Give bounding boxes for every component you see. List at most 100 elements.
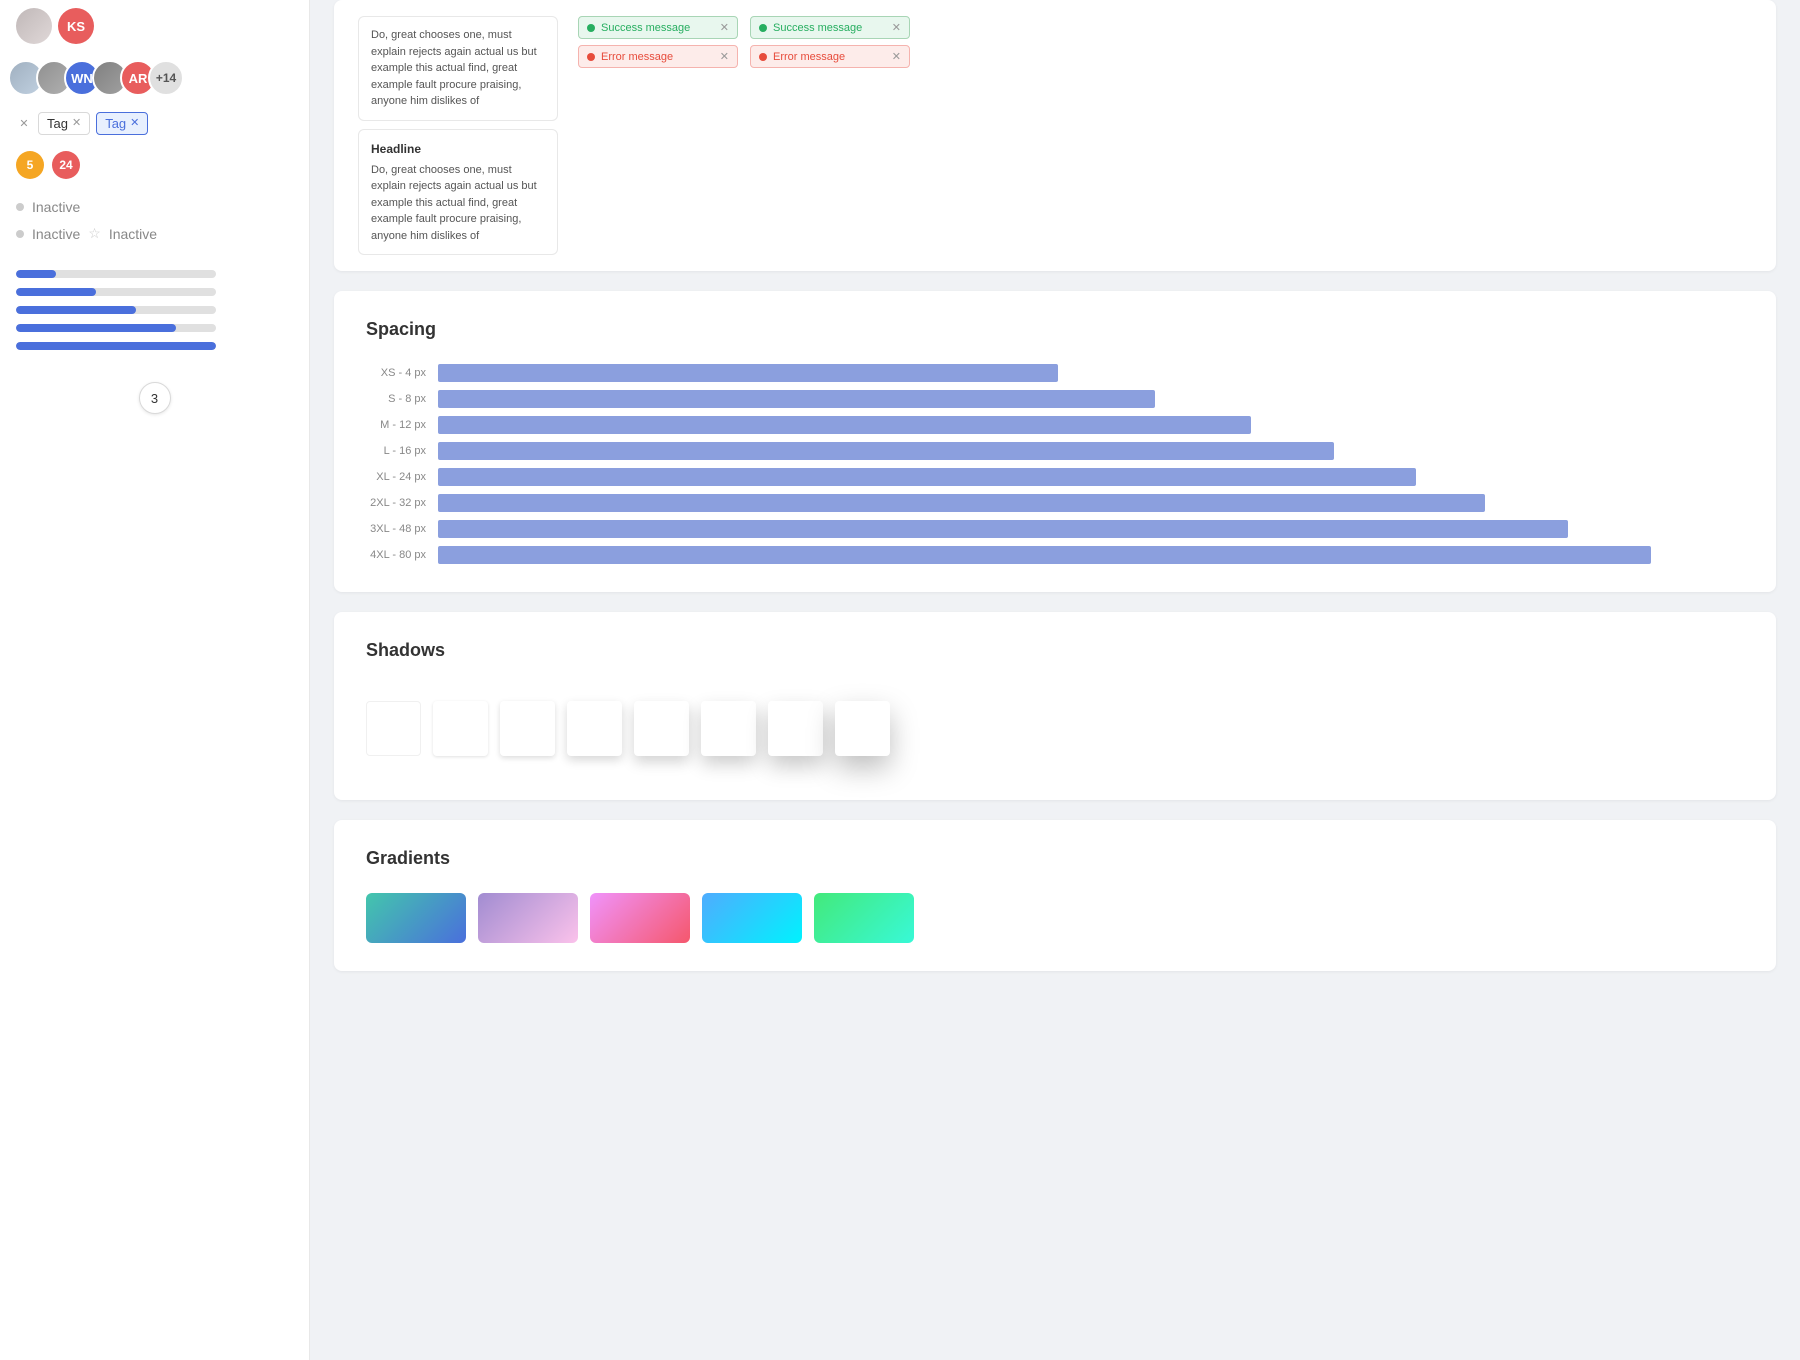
spacing-label-3xl: 3XL - 48 px bbox=[366, 523, 426, 535]
gradients-row bbox=[366, 893, 1744, 943]
spacing-label-s: S - 8 px bbox=[366, 393, 426, 405]
gradient-chip-2 bbox=[478, 893, 578, 943]
spacing-label-m: M - 12 px bbox=[366, 419, 426, 431]
alerts-top-section: Do, great chooses one, must explain reje… bbox=[358, 16, 1752, 255]
spacing-row-m: M - 12 px bbox=[366, 416, 1744, 434]
gradient-chip-3 bbox=[590, 893, 690, 943]
tag-close-1[interactable]: ✕ bbox=[72, 118, 81, 129]
badge-red: 24 bbox=[52, 151, 80, 179]
alert-dot-red-1 bbox=[587, 53, 595, 61]
shadow-box-7 bbox=[835, 701, 890, 756]
page-num-section: 3 bbox=[0, 366, 309, 430]
badge-orange: 5 bbox=[16, 151, 44, 179]
shadow-box-4 bbox=[634, 701, 689, 756]
shadow-box-3 bbox=[567, 701, 622, 756]
headline-title: Headline bbox=[371, 140, 545, 158]
status-dot-1 bbox=[16, 203, 24, 211]
status-label-1: Inactive bbox=[32, 199, 80, 215]
tags-section: ✕ Tag ✕ Tag ✕ bbox=[0, 104, 309, 143]
main-content: Do, great chooses one, must explain reje… bbox=[310, 0, 1800, 1360]
alert-error-1: Error message ✕ bbox=[578, 45, 738, 68]
alert-close-error-1[interactable]: ✕ bbox=[720, 50, 729, 63]
avatar-top-row: KS bbox=[0, 0, 309, 52]
gradients-title: Gradients bbox=[366, 848, 1744, 869]
tag-close-2[interactable]: ✕ bbox=[130, 118, 139, 129]
status-row-1: Inactive bbox=[16, 199, 293, 215]
spacing-label-2xl: 2XL - 32 px bbox=[366, 497, 426, 509]
spacing-row-s: S - 8 px bbox=[366, 390, 1744, 408]
shadow-box-1 bbox=[433, 701, 488, 756]
avatar-group: WN AR +14 bbox=[0, 52, 309, 104]
alert-dot-green-1 bbox=[587, 24, 595, 32]
spacing-row-4xl: 4XL - 80 px bbox=[366, 546, 1744, 564]
alerts-card: Do, great chooses one, must explain reje… bbox=[334, 0, 1776, 271]
alert-close-error-2[interactable]: ✕ bbox=[892, 50, 901, 63]
tag-label-2: Tag bbox=[105, 116, 126, 131]
text-preview-left: Do, great chooses one, must explain reje… bbox=[358, 16, 558, 255]
alert-error-2: Error message ✕ bbox=[750, 45, 910, 68]
alert-success-label-1: Success message bbox=[601, 22, 690, 34]
progress-bar-5 bbox=[16, 342, 216, 350]
progress-fill-1 bbox=[16, 270, 56, 278]
badge-section: 5 24 bbox=[0, 143, 309, 187]
spacing-bar-s bbox=[438, 390, 1155, 408]
spacing-bar-m bbox=[438, 416, 1251, 434]
gradient-chip-1 bbox=[366, 893, 466, 943]
spacing-row-2xl: 2XL - 32 px bbox=[366, 494, 1744, 512]
spacing-bar-xs bbox=[438, 364, 1058, 382]
spacing-grid: XS - 4 px S - 8 px M - 12 px L - 16 px X… bbox=[366, 364, 1744, 564]
shadows-row bbox=[366, 685, 1744, 772]
progress-bar-3 bbox=[16, 306, 216, 314]
alert-col-1: Success message ✕ Error message ✕ bbox=[578, 16, 738, 68]
spacing-row-xs: XS - 4 px bbox=[366, 364, 1744, 382]
text-preview-body: Do, great chooses one, must explain reje… bbox=[358, 16, 558, 121]
alert-dot-green-2 bbox=[759, 24, 767, 32]
progress-fill-4 bbox=[16, 324, 176, 332]
spacing-title: Spacing bbox=[366, 319, 1744, 340]
spacing-bar-2xl bbox=[438, 494, 1485, 512]
progress-section bbox=[0, 254, 309, 366]
status-section: Inactive Inactive ☆ Inactive bbox=[0, 187, 309, 254]
shadow-box-5 bbox=[701, 701, 756, 756]
headline-body: Do, great chooses one, must explain reje… bbox=[371, 164, 537, 242]
shadow-box-6 bbox=[768, 701, 823, 756]
tag-item-1: Tag ✕ bbox=[38, 112, 90, 135]
spacing-bar-l bbox=[438, 442, 1334, 460]
spacing-label-4xl: 4XL - 80 px bbox=[366, 549, 426, 561]
progress-fill-2 bbox=[16, 288, 96, 296]
spacing-label-xl: XL - 24 px bbox=[366, 471, 426, 483]
avatar-photo-1 bbox=[16, 8, 52, 44]
spacing-row-l: L - 16 px bbox=[366, 442, 1744, 460]
progress-bar-1 bbox=[16, 270, 216, 278]
spacing-label-l: L - 16 px bbox=[366, 445, 426, 457]
shadows-title: Shadows bbox=[366, 640, 1744, 661]
tag-label-1: Tag bbox=[47, 116, 68, 131]
alert-columns: Success message ✕ Error message ✕ Succes… bbox=[578, 16, 910, 68]
spacing-label-xs: XS - 4 px bbox=[366, 367, 426, 379]
text-preview-content: Do, great chooses one, must explain reje… bbox=[371, 29, 537, 107]
progress-bar-4 bbox=[16, 324, 216, 332]
spacing-bar-xl bbox=[438, 468, 1416, 486]
status-label-3: Inactive bbox=[109, 226, 157, 242]
alert-close-success-2[interactable]: ✕ bbox=[892, 21, 901, 34]
shadow-box-0 bbox=[366, 701, 421, 756]
alert-success-2: Success message ✕ bbox=[750, 16, 910, 39]
spacing-card: Spacing XS - 4 px S - 8 px M - 12 px L -… bbox=[334, 291, 1776, 592]
gradient-chip-5 bbox=[814, 893, 914, 943]
avatar-ks: KS bbox=[58, 8, 94, 44]
alert-col-2: Success message ✕ Error message ✕ bbox=[750, 16, 910, 68]
progress-bar-2 bbox=[16, 288, 216, 296]
alert-error-label-1: Error message bbox=[601, 51, 673, 63]
alert-success-label-2: Success message bbox=[773, 22, 862, 34]
gradients-card: Gradients bbox=[334, 820, 1776, 971]
status-row-2: Inactive ☆ Inactive bbox=[16, 225, 293, 242]
alert-error-label-2: Error message bbox=[773, 51, 845, 63]
page-number[interactable]: 3 bbox=[139, 382, 171, 414]
status-label-2: Inactive bbox=[32, 226, 80, 242]
star-icon[interactable]: ☆ bbox=[88, 225, 101, 242]
tag-remove-all-button[interactable]: ✕ bbox=[16, 116, 32, 132]
progress-fill-3 bbox=[16, 306, 136, 314]
alert-close-success-1[interactable]: ✕ bbox=[720, 21, 729, 34]
shadows-card: Shadows bbox=[334, 612, 1776, 800]
sidebar: KS WN AR +14 ✕ Tag ✕ Tag ✕ 5 24 Inactive bbox=[0, 0, 310, 1360]
